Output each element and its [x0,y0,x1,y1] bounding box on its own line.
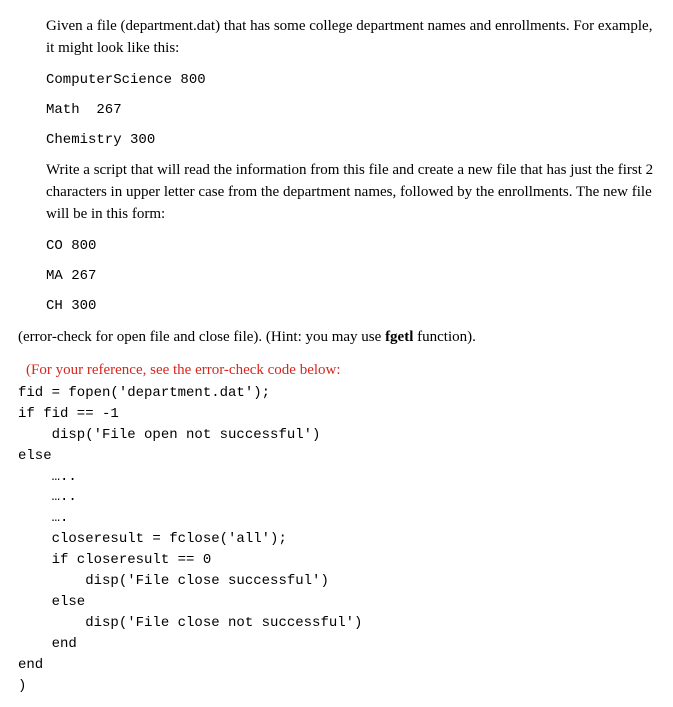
code-line: disp('File close not successful') [18,614,655,633]
code-line: ) [18,677,655,696]
code-block: fid = fopen('department.dat'); if fid ==… [18,384,655,695]
task-paragraph: Write a script that will read the inform… [46,160,655,225]
code-line: end [18,656,655,675]
sample-input-line: Chemistry 300 [46,130,655,150]
hint-text-pre: (error-check for open file and close fil… [18,329,385,345]
code-line: closeresult = fclose('all'); [18,530,655,549]
hint-paragraph: (error-check for open file and close fil… [18,327,655,349]
code-line: …. [18,509,655,528]
hint-bold-func: fgetl [385,329,413,345]
code-line: disp('File open not successful') [18,426,655,445]
code-line: if closeresult == 0 [18,551,655,570]
code-line: else [18,447,655,466]
code-line: else [18,593,655,612]
hint-text-post: function). [413,329,475,345]
sample-output-line: CH 300 [46,296,655,316]
sample-input-line: ComputerScience 800 [46,70,655,90]
sample-input-line: Math 267 [46,100,655,120]
sample-output-line: CO 800 [46,236,655,256]
code-line: end [18,635,655,654]
code-line: ….. [18,488,655,507]
sample-output-line: MA 267 [46,266,655,286]
code-line: disp('File close successful') [18,572,655,591]
code-line: if fid == -1 [18,405,655,424]
reference-note: (For your reference, see the error-check… [26,360,655,382]
code-line: fid = fopen('department.dat'); [18,384,655,403]
code-line: ….. [18,468,655,487]
intro-paragraph: Given a file (department.dat) that has s… [46,16,655,60]
